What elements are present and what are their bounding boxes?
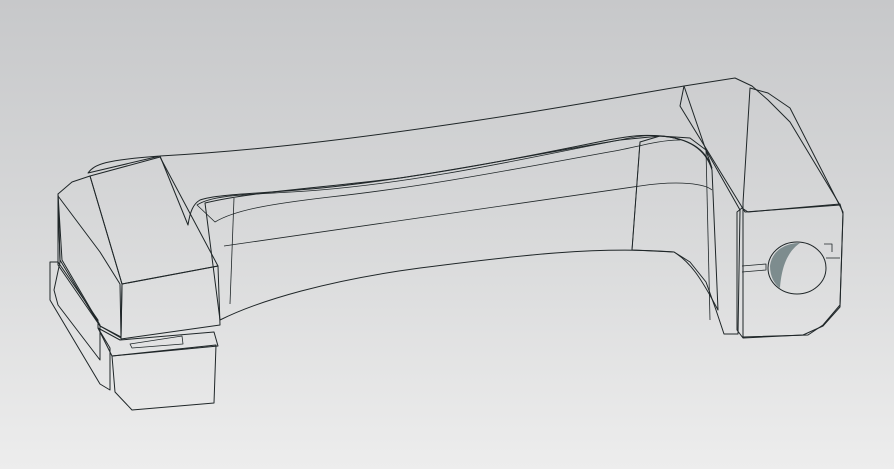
arch-inner-top-band [196, 135, 681, 223]
bore-hole-shadow [770, 243, 800, 288]
left-block-top-face [89, 156, 219, 285]
right-block-split-line [705, 149, 711, 321]
left-block-front-face [120, 265, 221, 340]
bracket-3d-model[interactable] [0, 0, 894, 469]
cad-viewport[interactable] [0, 0, 894, 469]
hole-slot-notch-top [824, 243, 833, 252]
left-block-chamfer-face [57, 175, 123, 338]
right-block-chamfer-face [742, 87, 844, 338]
clamp-lower-front-face [111, 344, 217, 411]
right-block-inner-face [631, 135, 741, 335]
arch-underside-face [204, 135, 719, 321]
arch-tangent-line-2 [229, 197, 235, 305]
arch-tangent-line-3 [631, 141, 641, 251]
clamp-slot-insert [129, 335, 184, 349]
arch-tangent-line-1 [223, 182, 713, 247]
arch-top-face [87, 85, 713, 226]
left-block-outer-side [53, 193, 101, 361]
clamp-lower-top-face [97, 327, 219, 357]
hole-slot-left [741, 263, 767, 273]
